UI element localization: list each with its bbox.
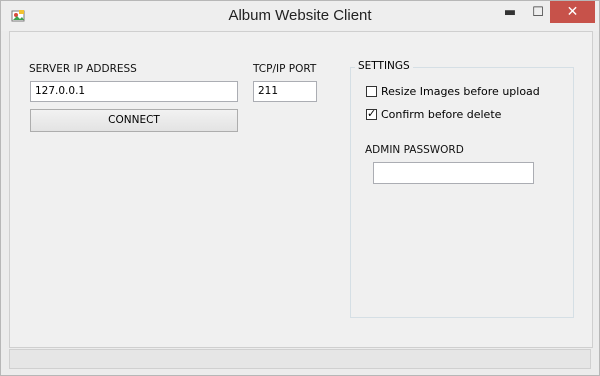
admin-password-label: ADMIN PASSWORD: [365, 144, 464, 156]
confirm-delete-checkbox[interactable]: ✓: [366, 107, 377, 120]
server-ip-label: SERVER IP ADDRESS: [29, 63, 137, 75]
app-window: Album Website Client ▬ ☐ ✕ SERVER IP ADD…: [0, 0, 600, 376]
port-input[interactable]: 211: [253, 81, 317, 102]
resize-images-checkbox[interactable]: [366, 86, 377, 97]
connect-button[interactable]: CONNECT: [30, 109, 238, 132]
confirm-delete-label: Confirm before delete: [381, 108, 502, 121]
client-area: SERVER IP ADDRESS 127.0.0.1 CONNECT TCP/…: [9, 31, 593, 348]
resize-images-option[interactable]: Resize Images before upload: [366, 85, 540, 98]
settings-group-title: SETTINGS: [355, 60, 413, 72]
server-ip-input[interactable]: 127.0.0.1: [30, 81, 238, 102]
minimize-button[interactable]: ▬: [497, 1, 523, 23]
port-label: TCP/IP PORT: [253, 63, 317, 75]
maximize-button[interactable]: ☐: [525, 1, 551, 23]
title-bar[interactable]: Album Website Client ▬ ☐ ✕: [1, 1, 599, 31]
checkmark-icon: ✓: [367, 107, 377, 120]
settings-groupbox: [350, 67, 574, 318]
admin-password-input[interactable]: [373, 162, 534, 184]
close-button[interactable]: ✕: [550, 1, 595, 23]
status-bar: [9, 349, 591, 369]
resize-images-label: Resize Images before upload: [381, 85, 540, 98]
confirm-delete-option[interactable]: ✓ Confirm before delete: [366, 107, 502, 121]
